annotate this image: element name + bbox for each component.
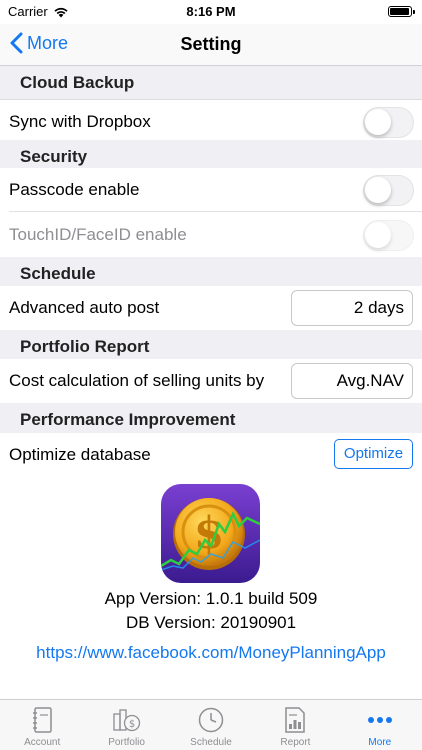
tab-report[interactable]: Report [253, 700, 337, 750]
navigation-bar: More Setting [0, 24, 422, 66]
row-sync-dropbox: Sync with Dropbox [0, 100, 422, 144]
auto-post-label: Advanced auto post [9, 298, 160, 317]
optimize-database-label: Optimize database [9, 445, 151, 464]
row-cost-calculation: Cost calculation of selling units by Avg… [0, 359, 422, 403]
facebook-link[interactable]: https://www.facebook.com/MoneyPlanningAp… [0, 643, 422, 663]
more-dots-icon [367, 717, 392, 723]
status-bar: Carrier 8:16 PM [0, 0, 422, 24]
sync-dropbox-toggle[interactable] [363, 107, 414, 138]
row-auto-post: Advanced auto post 2 days [0, 286, 422, 330]
section-header-performance: Performance Improvement [0, 403, 422, 437]
cost-calculation-label: Cost calculation of selling units by [9, 371, 265, 390]
db-version-text: DB Version: 20190901 [125, 613, 297, 632]
auto-post-value-field[interactable]: 2 days [291, 290, 413, 326]
tab-schedule[interactable]: Schedule [169, 700, 253, 750]
notebook-icon [33, 707, 52, 733]
cost-calculation-value-field[interactable]: Avg.NAV [291, 363, 413, 399]
sync-dropbox-label: Sync with Dropbox [9, 112, 151, 131]
tab-account[interactable]: Account [0, 700, 84, 750]
battery-icon [388, 6, 415, 17]
row-passcode: Passcode enable [0, 168, 422, 212]
passcode-label: Passcode enable [9, 180, 140, 199]
tab-portfolio[interactable]: $ Portfolio [84, 700, 168, 750]
row-optimize-database: Optimize database Optimize [0, 433, 422, 477]
section-header-cloud-backup: Cloud Backup [0, 66, 422, 100]
passcode-toggle[interactable] [363, 175, 414, 206]
page-title: Setting [180, 34, 242, 54]
coins-icon: $ [112, 709, 140, 732]
tab-bar: Account $ Portfolio Schedule Report More [0, 699, 422, 750]
app-version-text: App Version: 1.0.1 build 509 [104, 589, 318, 608]
tab-more[interactable]: More [338, 700, 422, 750]
svg-text:$: $ [128, 719, 134, 730]
row-touchid: TouchID/FaceID enable [0, 213, 422, 257]
optimize-button[interactable]: Optimize [334, 439, 413, 469]
touchid-toggle[interactable] [363, 220, 414, 251]
status-time: 8:16 PM [186, 4, 236, 19]
touchid-label: TouchID/FaceID enable [9, 225, 187, 244]
clock-icon [198, 707, 224, 733]
report-icon [285, 707, 306, 733]
app-logo: $ [161, 484, 260, 583]
